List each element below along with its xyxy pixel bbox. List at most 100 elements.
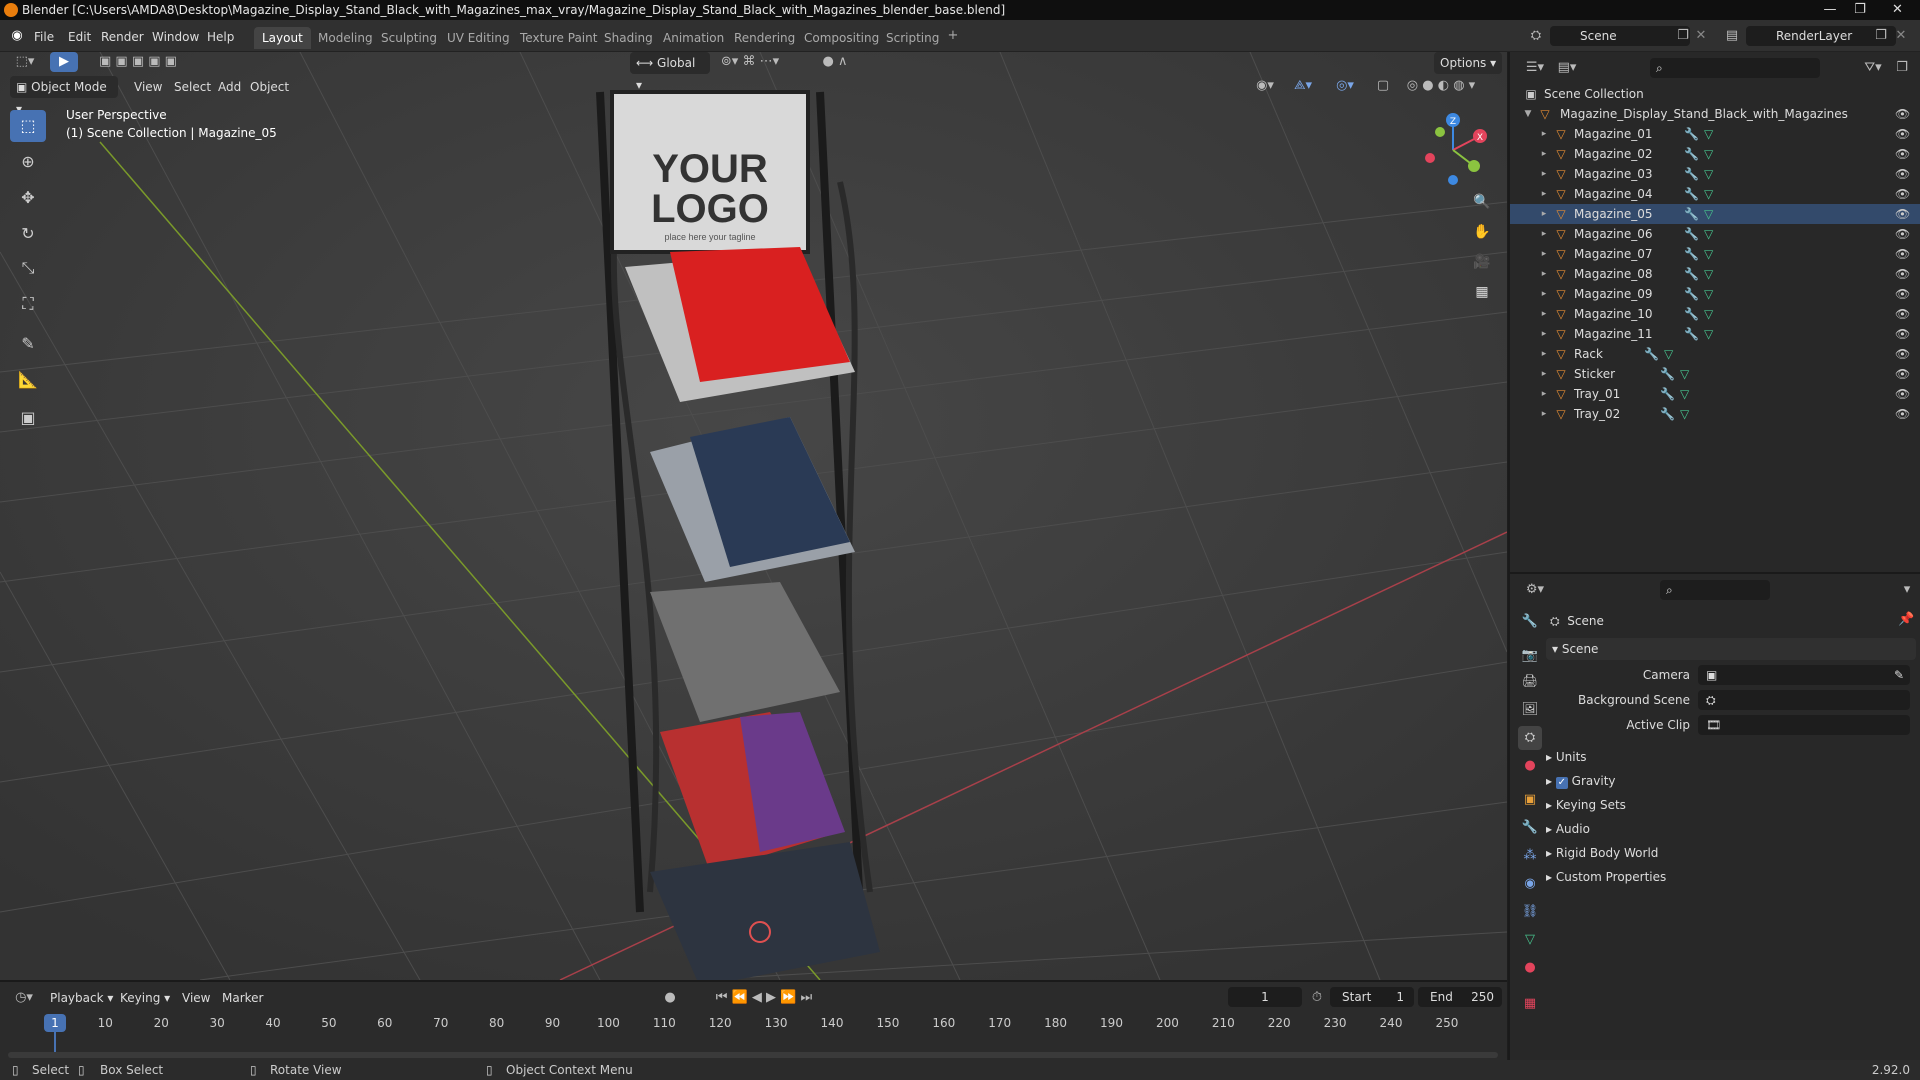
modifier-icon[interactable]: 🔧 bbox=[1684, 304, 1699, 324]
mesh-data-icon[interactable]: ▽ bbox=[1680, 404, 1689, 424]
mesh-data-icon[interactable]: ▽ bbox=[1704, 144, 1713, 164]
visibility-eye-icon[interactable]: 👁 bbox=[1895, 404, 1910, 424]
scene-tab-icon[interactable]: ⛭ bbox=[1518, 726, 1542, 750]
pivot-snap-icons[interactable]: ⊚▾ ⌘ ⋯▾ bbox=[720, 52, 780, 72]
modifier-icon[interactable]: 🔧 bbox=[1684, 324, 1699, 344]
delete-scene-icon[interactable]: ✕ bbox=[1694, 26, 1708, 46]
expand-arrow-icon[interactable]: ▸ bbox=[1538, 184, 1550, 204]
expand-arrow-icon[interactable]: ▸ bbox=[1538, 304, 1550, 324]
select-box-tool-icon[interactable]: ⬚ bbox=[10, 110, 46, 142]
tab-uv-editing[interactable]: UV Editing bbox=[439, 27, 518, 49]
modifier-icon[interactable]: 🔧 bbox=[1684, 264, 1699, 284]
tab-scripting[interactable]: Scripting bbox=[878, 27, 947, 49]
playhead-frame-badge[interactable]: 1 bbox=[44, 1014, 66, 1032]
record-icon[interactable]: ● bbox=[660, 988, 680, 1008]
timeline-menu-view[interactable]: View bbox=[176, 987, 216, 1009]
view-layer-icon[interactable]: ▤ bbox=[1720, 26, 1744, 46]
outliner-row-magazine-04[interactable]: ▸ ▽ Magazine_04 🔧 ▽ 👁 bbox=[1510, 184, 1920, 204]
select-mode-icons[interactable]: ▣ ▣ ▣ ▣ ▣ bbox=[90, 52, 186, 72]
menu-file[interactable]: File bbox=[30, 27, 58, 47]
3d-viewport[interactable]: YOUR LOGO place here your tagline ⬚▾ ▶ ▣… bbox=[0, 52, 1507, 980]
new-layer-icon[interactable]: ❐ bbox=[1874, 26, 1888, 46]
current-frame-field[interactable]: 1 bbox=[1228, 987, 1302, 1007]
visibility-eye-icon[interactable]: 👁 bbox=[1895, 204, 1910, 224]
visibility-eye-icon[interactable]: 👁 bbox=[1895, 344, 1910, 364]
audio-section[interactable]: ▸ Audio bbox=[1546, 818, 1916, 840]
output-tab-icon[interactable]: 🖨 bbox=[1518, 670, 1542, 694]
new-scene-icon[interactable]: ❐ bbox=[1676, 26, 1690, 46]
render-tab-icon[interactable]: 📷 bbox=[1518, 644, 1542, 668]
mesh-data-icon[interactable]: ▽ bbox=[1664, 344, 1673, 364]
tool-tab-icon[interactable]: 🔧 bbox=[1518, 610, 1542, 634]
object-tab-icon[interactable]: ▣ bbox=[1518, 788, 1542, 812]
expand-arrow-icon[interactable]: ▸ bbox=[1538, 224, 1550, 244]
outliner-search[interactable]: ⌕ bbox=[1650, 58, 1820, 78]
visibility-eye-icon[interactable]: 👁 bbox=[1895, 164, 1910, 184]
modifier-icon[interactable]: 🔧 bbox=[1684, 144, 1699, 164]
timeline-scrollbar[interactable] bbox=[8, 1052, 1498, 1058]
modifier-icon[interactable]: 🔧 bbox=[1660, 404, 1675, 424]
modifier-icon[interactable]: 🔧 bbox=[1684, 224, 1699, 244]
viewport-menu-view[interactable]: View bbox=[128, 76, 168, 98]
timer-icon[interactable]: ⏱ bbox=[1308, 988, 1326, 1008]
mode-dropdown[interactable]: ▣ Object Mode ▾ bbox=[10, 76, 118, 116]
particles-tab-icon[interactable]: ⁂ bbox=[1518, 844, 1542, 868]
tab-layout[interactable]: Layout bbox=[254, 27, 311, 49]
mesh-data-icon[interactable]: ▽ bbox=[1704, 164, 1713, 184]
rotate-tool-icon[interactable]: ↻ bbox=[10, 218, 46, 250]
panel-options-icon[interactable]: ▾ bbox=[1900, 580, 1914, 600]
add-workspace-icon[interactable]: + bbox=[944, 26, 962, 46]
expand-arrow-icon[interactable]: ▼ bbox=[1522, 104, 1534, 124]
timeline-panel[interactable]: ◷▾ Playback ▾ Keying ▾ View Marker ● ⏮ ⏪… bbox=[0, 980, 1507, 1060]
outliner-row-magazine-03[interactable]: ▸ ▽ Magazine_03 🔧 ▽ 👁 bbox=[1510, 164, 1920, 184]
pan-hand-icon[interactable]: ✋ bbox=[1468, 218, 1496, 246]
expand-arrow-icon[interactable]: ▸ bbox=[1538, 404, 1550, 424]
orientation-dropdown[interactable]: ⟷ Global ▾ bbox=[630, 52, 710, 92]
outliner-row-magazine-11[interactable]: ▸ ▽ Magazine_11 🔧 ▽ 👁 bbox=[1510, 324, 1920, 344]
expand-arrow-icon[interactable]: ▸ bbox=[1538, 124, 1550, 144]
rigid-body-world-section[interactable]: ▸ Rigid Body World bbox=[1546, 842, 1916, 864]
visibility-eye-icon[interactable]: 👁 bbox=[1895, 324, 1910, 344]
expand-arrow-icon[interactable]: ▸ bbox=[1538, 344, 1550, 364]
ortho-grid-icon[interactable]: ▦ bbox=[1468, 278, 1496, 306]
modifier-icon[interactable]: 🔧 bbox=[1684, 204, 1699, 224]
modifier-tab-icon[interactable]: 🔧 bbox=[1518, 816, 1542, 840]
gravity-section[interactable]: ▸ ✓ Gravity bbox=[1546, 770, 1916, 792]
proportional-edit-icons[interactable]: ● ∧ bbox=[810, 52, 860, 72]
expand-arrow-icon[interactable]: ▸ bbox=[1538, 244, 1550, 264]
modifier-icon[interactable]: 🔧 bbox=[1684, 244, 1699, 264]
xray-icon[interactable]: ▢ bbox=[1374, 76, 1392, 96]
display-mode-icon[interactable]: ▤▾ bbox=[1554, 58, 1580, 78]
tab-animation[interactable]: Animation bbox=[655, 27, 732, 49]
expand-arrow-icon[interactable]: ▸ bbox=[1538, 324, 1550, 344]
annotate-tool-icon[interactable]: ✎ bbox=[10, 328, 46, 360]
timeline-menu-keying[interactable]: Keying ▾ bbox=[114, 987, 176, 1009]
visibility-eye-icon[interactable]: 👁 bbox=[1895, 244, 1910, 264]
mesh-data-icon[interactable]: ▽ bbox=[1704, 124, 1713, 144]
overlays-icon[interactable]: ◎▾ bbox=[1330, 76, 1360, 96]
pin-icon[interactable]: 📌 bbox=[1898, 610, 1914, 630]
shading-modes-icons[interactable]: ◎ ● ◐ ◍ ▾ bbox=[1396, 76, 1486, 96]
new-collection-icon[interactable]: ❐ bbox=[1892, 58, 1912, 78]
world-tab-icon[interactable]: ● bbox=[1518, 754, 1542, 778]
modifier-icon[interactable]: 🔧 bbox=[1644, 344, 1659, 364]
outliner-row-scene-collection[interactable]: ▣ Scene Collection bbox=[1510, 84, 1920, 104]
visibility-eye-icon[interactable]: 👁 bbox=[1895, 144, 1910, 164]
filter-icon[interactable]: ⛛▾ bbox=[1860, 58, 1886, 78]
cursor-tool-icon[interactable]: ⊕ bbox=[10, 146, 46, 178]
mesh-data-icon[interactable]: ▽ bbox=[1704, 264, 1713, 284]
mesh-data-icon[interactable]: ▽ bbox=[1704, 284, 1713, 304]
outliner-editor-icon[interactable]: ☰▾ bbox=[1522, 58, 1548, 78]
outliner-row-magazine-07[interactable]: ▸ ▽ Magazine_07 🔧 ▽ 👁 bbox=[1510, 244, 1920, 264]
modifier-icon[interactable]: 🔧 bbox=[1660, 364, 1675, 384]
data-tab-icon[interactable]: ▽ bbox=[1518, 928, 1542, 952]
visibility-eye-icon[interactable]: 👁 bbox=[1895, 184, 1910, 204]
timeline-menu-playback[interactable]: Playback ▾ bbox=[44, 987, 119, 1009]
options-dropdown[interactable]: Options ▾ bbox=[1434, 52, 1503, 74]
timeline-editor-icon[interactable]: ◷▾ bbox=[10, 988, 38, 1008]
scene-panel-header[interactable]: ▾ Scene bbox=[1546, 638, 1916, 660]
visibility-eye-icon[interactable]: 👁 bbox=[1895, 364, 1910, 384]
delete-layer-icon[interactable]: ✕ bbox=[1894, 26, 1908, 46]
expand-arrow-icon[interactable]: ▸ bbox=[1538, 204, 1550, 224]
blender-menu-icon[interactable]: ◉ bbox=[8, 26, 26, 46]
